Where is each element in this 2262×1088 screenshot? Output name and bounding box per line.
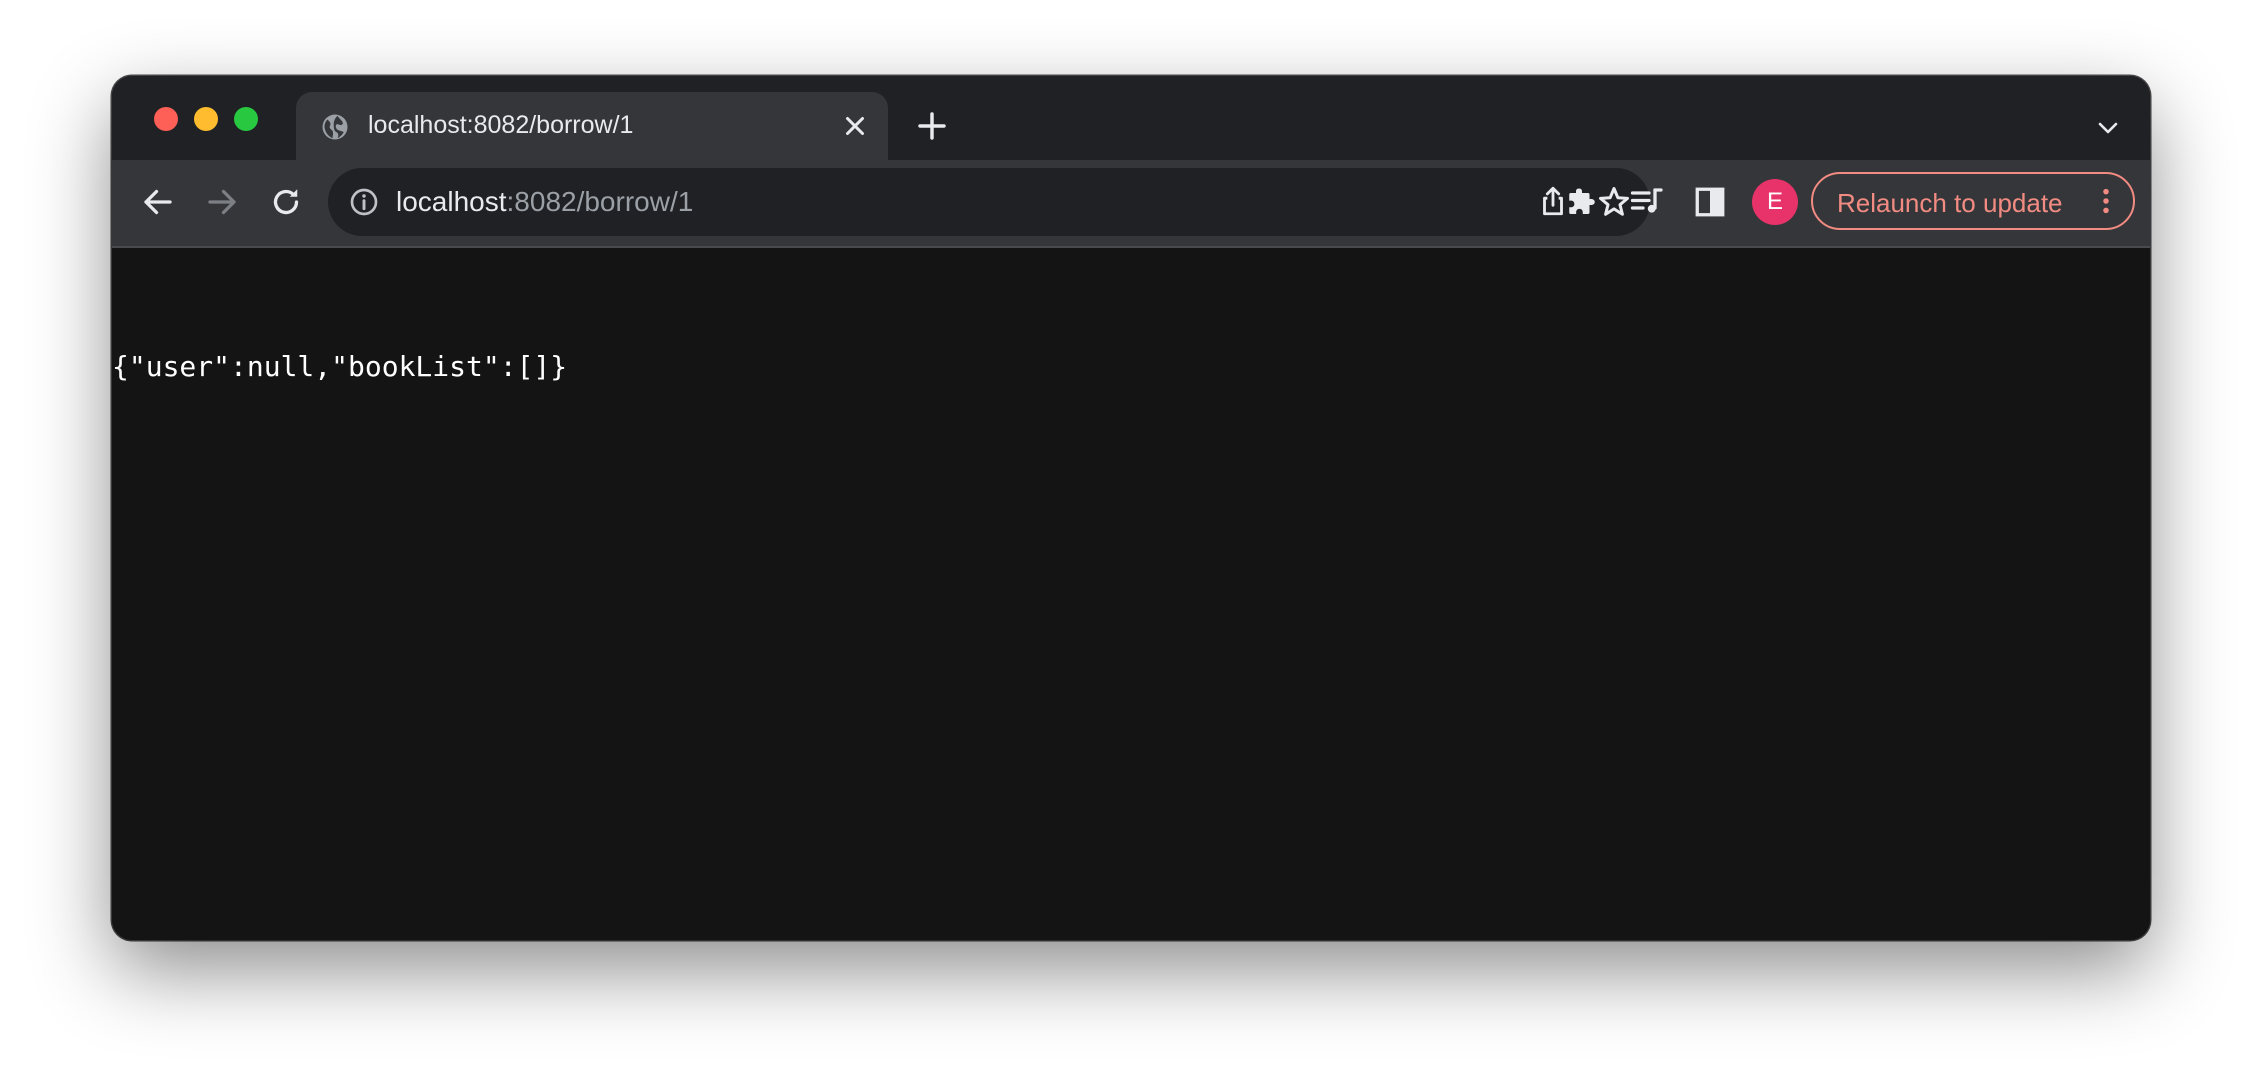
tab-strip: localhost:8082/borrow/1 <box>112 76 2150 160</box>
window-minimize-button[interactable] <box>194 107 218 131</box>
browser-window: localhost:8082/borrow/1 localhost:8082/b… <box>112 76 2150 940</box>
media-queue-icon[interactable] <box>1628 184 1664 220</box>
globe-icon <box>322 114 348 140</box>
toolbar: localhost:8082/borrow/1 E Relaunch to up… <box>112 160 2150 248</box>
json-response-text: {"user":null,"bookList":[]} <box>112 350 568 383</box>
tab-active[interactable]: localhost:8082/borrow/1 <box>296 92 888 160</box>
chevron-down-icon[interactable] <box>2096 116 2120 140</box>
address-bar[interactable]: localhost:8082/borrow/1 <box>328 168 1650 236</box>
address-url[interactable]: localhost:8082/borrow/1 <box>396 186 693 218</box>
puzzle-icon[interactable] <box>1564 184 1600 220</box>
relaunch-to-update-button[interactable]: Relaunch to update <box>1811 172 2135 230</box>
close-icon[interactable] <box>840 111 870 141</box>
address-host: localhost <box>396 186 507 217</box>
page-content: {"user":null,"bookList":[]} <box>112 248 2150 940</box>
arrow-left-icon[interactable] <box>140 184 176 220</box>
window-maximize-button[interactable] <box>234 107 258 131</box>
arrow-right-icon[interactable] <box>204 184 240 220</box>
side-panel-icon[interactable] <box>1692 184 1728 220</box>
reload-icon[interactable] <box>268 184 304 220</box>
address-path: :8082/borrow/1 <box>506 186 694 217</box>
kebab-menu-icon[interactable] <box>2091 186 2121 216</box>
window-close-button[interactable] <box>154 107 178 131</box>
plus-icon[interactable] <box>916 110 948 142</box>
info-icon[interactable] <box>348 186 380 218</box>
profile-avatar[interactable]: E <box>1752 179 1798 225</box>
relaunch-label: Relaunch to update <box>1837 188 2063 218</box>
star-icon[interactable] <box>1596 184 1632 220</box>
tab-title: localhost:8082/borrow/1 <box>368 111 634 139</box>
